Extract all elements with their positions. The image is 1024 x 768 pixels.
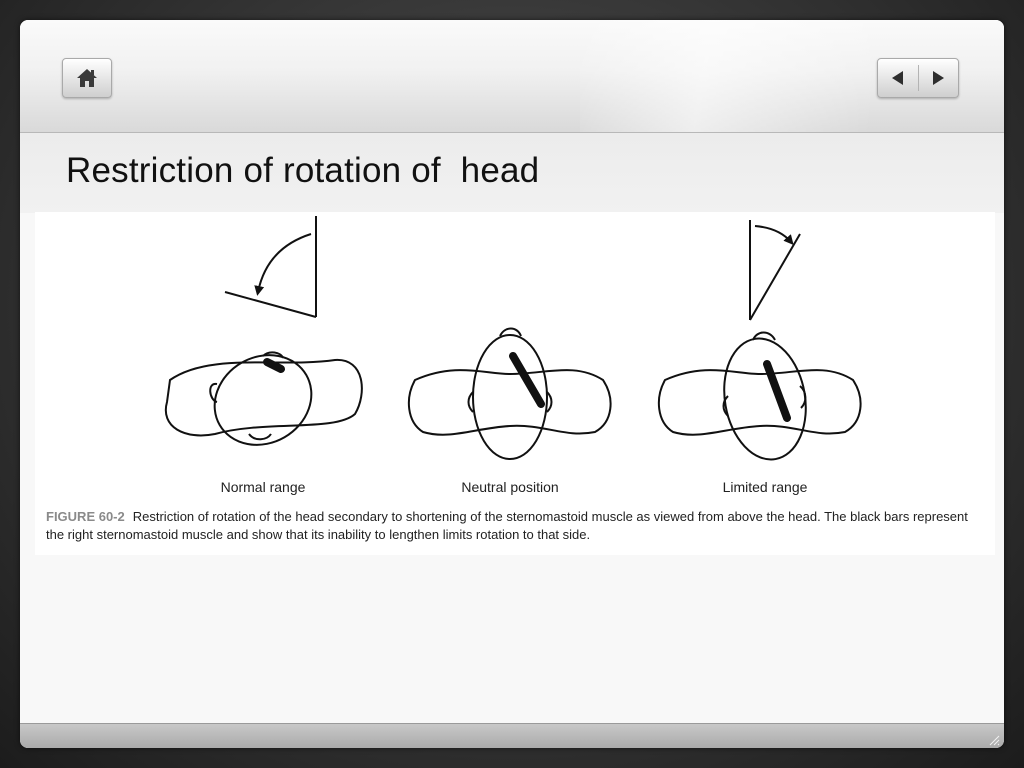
home-button[interactable] bbox=[62, 58, 112, 98]
figure-image: Normal range Neutral position Limited ra… bbox=[35, 212, 995, 555]
slide: Restriction of rotation of head Normal r… bbox=[20, 20, 1004, 748]
next-slide-button[interactable] bbox=[919, 59, 959, 97]
top-toolbar bbox=[20, 20, 1004, 133]
rotation-diagram bbox=[164, 216, 862, 461]
previous-slide-button[interactable] bbox=[878, 59, 918, 97]
normal-range-angle bbox=[224, 216, 317, 318]
home-icon bbox=[77, 69, 97, 87]
figure-caption: FIGURE 60-2 Restriction of rotation of th… bbox=[46, 508, 986, 544]
limited-range-label: Limited range bbox=[722, 479, 808, 495]
resize-grip-icon[interactable] bbox=[988, 734, 1000, 746]
neutral-position-label: Neutral position bbox=[461, 479, 559, 495]
slide-title: Restriction of rotation of head bbox=[66, 151, 540, 190]
normal-range-head bbox=[164, 351, 363, 446]
figure-number: FIGURE 60-2 bbox=[46, 509, 125, 524]
limited-range-head bbox=[657, 331, 862, 461]
normal-range-label: Normal range bbox=[220, 479, 306, 495]
caption-text: Restriction of rotation of the head seco… bbox=[46, 509, 968, 542]
limited-range-angle bbox=[749, 220, 801, 321]
navigation-buttons bbox=[877, 58, 959, 98]
triangle-right-icon bbox=[933, 71, 945, 85]
neutral-position-head bbox=[407, 327, 612, 460]
triangle-left-icon bbox=[891, 71, 903, 85]
bottom-status-bar bbox=[20, 723, 1004, 748]
